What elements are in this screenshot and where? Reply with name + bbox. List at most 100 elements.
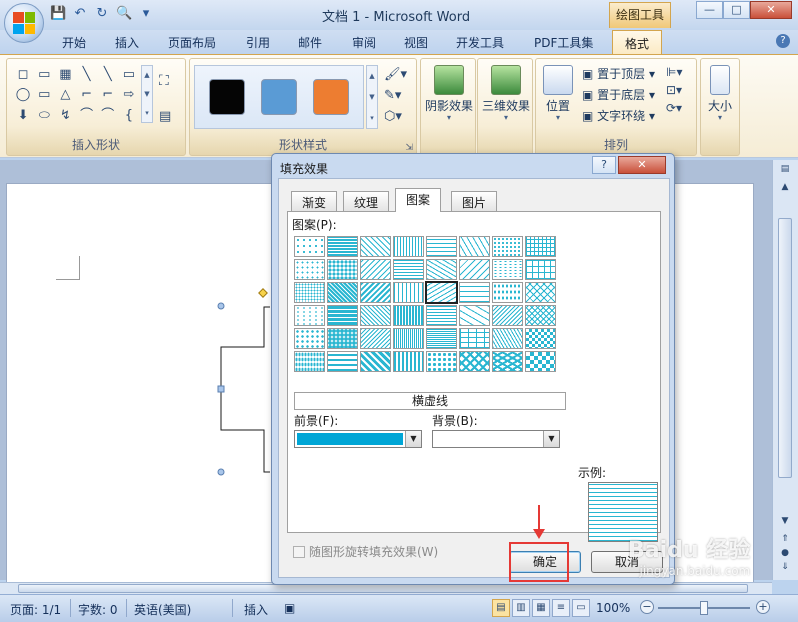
rotate-with-shape-option[interactable]: 随图形旋转填充效果(W) xyxy=(293,543,438,560)
zoom-out-button[interactable]: − xyxy=(640,600,654,614)
vertical-scrollbar[interactable]: ▤ ▲ ▼ ⇑ ● ⇓ xyxy=(772,160,798,580)
pattern-swatch[interactable] xyxy=(492,305,523,326)
pattern-swatch[interactable] xyxy=(525,282,556,303)
web-layout-icon[interactable]: ▦ xyxy=(532,599,550,617)
sample-label: 示例: xyxy=(578,466,607,480)
pattern-swatch[interactable] xyxy=(426,236,457,257)
scroll-thumb[interactable] xyxy=(18,584,748,593)
divider xyxy=(70,599,71,617)
pattern-swatch[interactable] xyxy=(327,351,358,372)
full-screen-reading-icon[interactable]: ▥ xyxy=(512,599,530,617)
office-button[interactable] xyxy=(4,3,44,43)
pattern-swatch[interactable] xyxy=(525,259,556,280)
scroll-down-icon[interactable]: ▼ xyxy=(777,516,793,530)
pattern-swatch[interactable] xyxy=(294,351,325,372)
pattern-swatch[interactable] xyxy=(525,351,556,372)
pattern-swatch[interactable] xyxy=(459,328,490,349)
pattern-swatch[interactable] xyxy=(360,351,391,372)
pattern-swatch[interactable] xyxy=(525,305,556,326)
pattern-swatch[interactable] xyxy=(294,328,325,349)
pattern-swatch[interactable] xyxy=(459,351,490,372)
dialog-title: 填充效果 xyxy=(280,162,329,176)
resize-handle[interactable] xyxy=(217,468,225,476)
pattern-swatch[interactable] xyxy=(360,328,391,349)
ruler-toggle-icon[interactable]: ▤ xyxy=(777,164,793,178)
zoom-in-button[interactable]: + xyxy=(756,600,770,614)
foreground-label: 前景(F): xyxy=(294,414,339,428)
dialog-close-button[interactable]: ✕ xyxy=(618,156,666,174)
pattern-swatch[interactable] xyxy=(525,328,556,349)
pattern-swatch[interactable] xyxy=(294,282,325,303)
resize-handle[interactable] xyxy=(217,385,225,393)
pattern-swatch[interactable] xyxy=(459,259,490,280)
red-arrow-icon xyxy=(533,505,545,539)
dropdown-arrow-icon[interactable]: ▼ xyxy=(543,431,559,447)
pattern-swatch[interactable] xyxy=(492,259,523,280)
page-count[interactable]: 页面: 1/1 xyxy=(10,601,61,618)
tab-pattern[interactable]: 图案 xyxy=(395,188,442,212)
divider xyxy=(232,599,233,617)
dialog-body: 渐变 纹理 图案 图片 图案(P): 横虚线 前景(F): 背景(B): ▼ ▼… xyxy=(278,178,670,578)
pattern-swatch[interactable] xyxy=(425,281,458,304)
background-color-select[interactable]: ▼ xyxy=(432,430,560,448)
background-color-swatch xyxy=(435,433,541,445)
pattern-swatch[interactable] xyxy=(492,282,523,303)
foreground-color-select[interactable]: ▼ xyxy=(294,430,422,448)
pattern-swatch[interactable] xyxy=(327,236,358,257)
office-logo-icon xyxy=(13,12,35,34)
pattern-swatch[interactable] xyxy=(426,305,457,326)
adjust-handle[interactable] xyxy=(258,288,268,298)
pattern-swatch[interactable] xyxy=(393,259,424,280)
dialog-help-button[interactable]: ? xyxy=(592,156,616,174)
zoom-slider-thumb[interactable] xyxy=(700,601,708,615)
ok-button-highlight xyxy=(509,542,569,582)
pattern-swatch[interactable] xyxy=(525,236,556,257)
zoom-level[interactable]: 100% xyxy=(596,601,630,615)
pattern-swatch[interactable] xyxy=(459,282,490,303)
rotate-with-shape-checkbox[interactable] xyxy=(293,545,305,558)
pattern-swatch[interactable] xyxy=(294,259,325,280)
pattern-swatch[interactable] xyxy=(327,282,358,303)
pattern-panel: 图案(P): 横虚线 前景(F): 背景(B): ▼ ▼ 示例: xyxy=(287,211,661,542)
insert-mode[interactable]: 插入 xyxy=(244,601,268,618)
draft-view-icon[interactable]: ▭ xyxy=(572,599,590,617)
dropdown-arrow-icon[interactable]: ▼ xyxy=(405,431,421,447)
pattern-swatch[interactable] xyxy=(492,328,523,349)
pattern-swatch[interactable] xyxy=(459,236,490,257)
resize-handle[interactable] xyxy=(217,302,225,310)
pattern-swatch[interactable] xyxy=(294,305,325,326)
pattern-swatch[interactable] xyxy=(459,305,490,326)
pattern-swatch[interactable] xyxy=(426,328,457,349)
pattern-swatch[interactable] xyxy=(393,328,424,349)
pattern-swatch[interactable] xyxy=(393,236,424,257)
pattern-swatch[interactable] xyxy=(393,351,424,372)
print-layout-view-icon[interactable]: ▤ xyxy=(492,599,510,617)
pattern-swatch[interactable] xyxy=(492,236,523,257)
pattern-swatch[interactable] xyxy=(360,259,391,280)
pattern-swatch[interactable] xyxy=(426,351,457,372)
pattern-swatch[interactable] xyxy=(393,282,424,303)
tab-picture[interactable]: 图片 xyxy=(451,191,498,211)
pattern-swatch[interactable] xyxy=(294,236,325,257)
pattern-swatch[interactable] xyxy=(327,259,358,280)
macro-record-icon[interactable]: ▣ xyxy=(284,601,295,615)
word-count[interactable]: 字数: 0 xyxy=(78,601,118,618)
language[interactable]: 英语(美国) xyxy=(134,601,191,618)
pattern-swatch[interactable] xyxy=(360,305,391,326)
pattern-swatch[interactable] xyxy=(492,351,523,372)
outline-view-icon[interactable]: ≡ xyxy=(552,599,570,617)
browse-object-icon[interactable]: ● xyxy=(777,548,793,562)
pattern-swatch[interactable] xyxy=(426,259,457,280)
tab-gradient[interactable]: 渐变 xyxy=(291,191,338,211)
pattern-swatch[interactable] xyxy=(360,282,391,303)
scroll-up-icon[interactable]: ▲ xyxy=(777,182,793,196)
pattern-swatch[interactable] xyxy=(360,236,391,257)
pattern-swatch[interactable] xyxy=(327,305,358,326)
scroll-thumb[interactable] xyxy=(778,218,792,478)
next-page-icon[interactable]: ⇓ xyxy=(777,562,793,576)
pattern-swatch[interactable] xyxy=(393,305,424,326)
pattern-swatch[interactable] xyxy=(327,328,358,349)
tab-texture[interactable]: 纹理 xyxy=(343,191,390,211)
previous-page-icon[interactable]: ⇑ xyxy=(777,534,793,548)
pattern-grid xyxy=(294,236,556,372)
